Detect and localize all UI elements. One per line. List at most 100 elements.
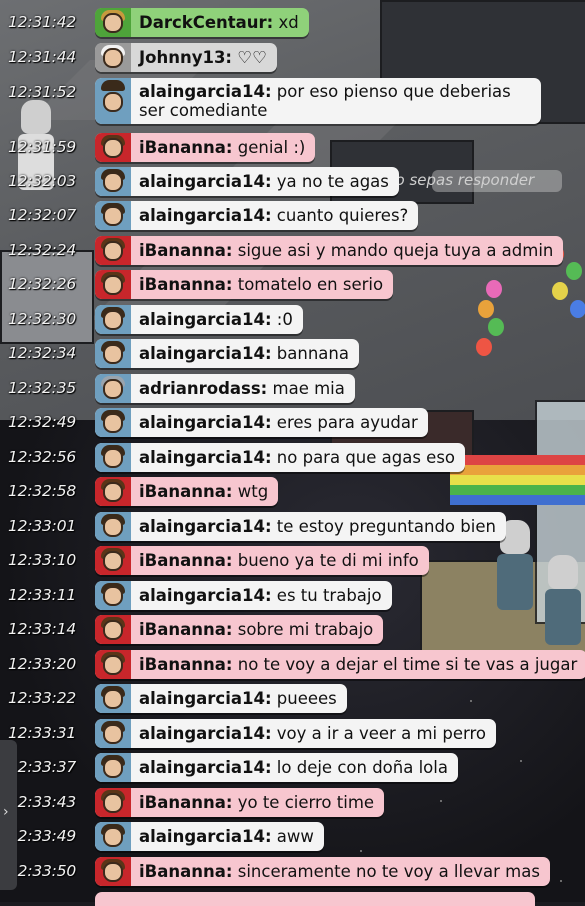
chat-message-text: sigue asi y mando queja tuya a admin (237, 241, 554, 260)
user-avatar[interactable] (95, 201, 131, 230)
chat-bubble[interactable]: alaingarcia14: por eso pienso que deberi… (95, 78, 541, 124)
chat-username[interactable]: alaingarcia14: (139, 206, 272, 225)
user-avatar[interactable] (95, 305, 131, 334)
user-avatar[interactable] (95, 167, 131, 196)
chat-timestamp: 12:33:10 (8, 551, 77, 569)
user-avatar[interactable] (95, 650, 131, 679)
chat-bubble[interactable]: alaingarcia14: lo deje con doña lola (95, 753, 458, 782)
chat-timestamp: 12:32:49 (8, 413, 77, 431)
chat-bubble[interactable]: alaingarcia14: bannana (95, 339, 359, 368)
chat-username[interactable]: iBananna: (139, 620, 232, 639)
chat-username[interactable]: alaingarcia14: (139, 517, 272, 536)
chat-timestamp: 12:33:22 (8, 689, 77, 707)
chat-bubble[interactable]: iBananna: sobre mi trabajo (95, 615, 384, 644)
chat-timestamp: 12:31:42 (8, 13, 77, 31)
user-avatar[interactable] (95, 477, 131, 506)
chat-username[interactable]: alaingarcia14: (139, 448, 272, 467)
chat-bubble[interactable]: iBananna: sigue asi y mando queja tuya a… (95, 236, 564, 265)
chat-bubble[interactable]: iBananna: tomatelo en serio (95, 270, 394, 299)
chat-row: 12:31:42 DarckCentaur: xd (0, 7, 585, 39)
chat-message-text: te estoy preguntando bien (276, 517, 496, 536)
chat-timestamp: 12:31:52 (8, 83, 77, 101)
chat-message-text: eres para ayudar (276, 413, 418, 432)
chat-username[interactable]: alaingarcia14: (139, 586, 272, 605)
chat-bubble[interactable]: DarckCentaur: xd (95, 8, 309, 37)
chat-bubble[interactable]: alaingarcia14: te estoy preguntando bien (95, 512, 506, 541)
user-avatar[interactable] (95, 374, 131, 403)
chat-bubble[interactable]: alaingarcia14: eres para ayudar (95, 408, 428, 437)
chat-message-text: ♡♡ (237, 48, 267, 67)
chat-row: 12:33:31 alaingarcia14: voy a ir a veer … (0, 718, 585, 750)
chat-row: 12:33:43 iBananna: yo te cierro time (0, 787, 585, 819)
chat-message-text: :0 (276, 310, 293, 329)
chat-bubble[interactable]: alaingarcia14: voy a ir a veer a mi perr… (95, 719, 496, 748)
chat-row: 12:31:52 alaingarcia14: por eso pienso q… (0, 77, 585, 127)
chat-bubble[interactable]: iBananna: genial :) (95, 133, 316, 162)
user-avatar[interactable] (95, 339, 131, 368)
chat-sidebar-toggle[interactable]: › (0, 740, 17, 890)
user-avatar[interactable] (95, 43, 131, 72)
chat-message-text: xd (278, 13, 299, 32)
user-avatar[interactable] (95, 236, 131, 265)
chat-username[interactable]: adrianrodass: (139, 379, 267, 398)
user-avatar[interactable] (95, 512, 131, 541)
chat-timestamp: 12:32:35 (8, 379, 77, 397)
chat-bubble[interactable]: iBananna: yo te cierro time (95, 788, 385, 817)
chat-bubble[interactable]: alaingarcia14: es tu trabajo (95, 581, 392, 610)
chat-username[interactable]: alaingarcia14: (139, 827, 272, 846)
user-avatar[interactable] (95, 684, 131, 713)
user-avatar[interactable] (95, 753, 131, 782)
user-avatar[interactable] (95, 270, 131, 299)
chat-bubble[interactable]: alaingarcia14: pueees (95, 684, 347, 713)
user-avatar[interactable] (95, 133, 131, 162)
chat-username[interactable]: alaingarcia14: (139, 689, 272, 708)
chat-username[interactable]: alaingarcia14: (139, 724, 272, 743)
chat-bubble[interactable]: iBananna: wtg (95, 477, 279, 506)
chat-row: 12:32:03 alaingarcia14: ya no te agas (0, 166, 585, 198)
chat-timestamp: 12:32:56 (8, 448, 77, 466)
chat-username[interactable]: iBananna: (139, 482, 232, 501)
chat-bubble[interactable]: iBananna: bueno ya te di mi info (95, 546, 429, 575)
chat-bubble[interactable]: Johnny13: ♡♡ (95, 43, 277, 72)
chat-username[interactable]: alaingarcia14: (139, 310, 272, 329)
chat-username[interactable]: iBananna: (139, 241, 232, 260)
chat-username[interactable]: iBananna: (139, 793, 232, 812)
user-avatar[interactable] (95, 408, 131, 437)
user-avatar[interactable] (95, 719, 131, 748)
user-avatar[interactable] (95, 78, 131, 124)
chat-username[interactable]: DarckCentaur: (139, 13, 273, 32)
user-avatar[interactable] (95, 857, 131, 886)
chat-row: 12:33:10 iBananna: bueno ya te di mi inf… (0, 545, 585, 577)
chat-username[interactable]: iBananna: (139, 655, 232, 674)
chat-bubble[interactable]: iBananna: no te voy a dejar el time si t… (95, 650, 585, 679)
chat-username[interactable]: iBananna: (139, 275, 232, 294)
chat-bubble[interactable]: alaingarcia14: no para que agas eso (95, 443, 466, 472)
chat-bubble[interactable]: adrianrodass: mae mia (95, 374, 355, 403)
chat-bubble[interactable]: alaingarcia14: :0 (95, 305, 303, 334)
user-avatar[interactable] (95, 788, 131, 817)
user-avatar[interactable] (95, 822, 131, 851)
chat-username[interactable]: iBananna: (139, 551, 232, 570)
chat-username[interactable]: alaingarcia14: (139, 82, 272, 101)
chat-username[interactable]: iBananna: (139, 862, 232, 881)
chat-bubble[interactable]: alaingarcia14: aww (95, 822, 324, 851)
chat-bubble[interactable]: alaingarcia14: cuanto quieres? (95, 201, 419, 230)
user-avatar[interactable] (95, 8, 131, 37)
chat-row: 12:33:11 alaingarcia14: es tu trabajo (0, 580, 585, 612)
user-avatar[interactable] (95, 443, 131, 472)
chat-username[interactable]: Johnny13: (139, 48, 232, 67)
user-avatar[interactable] (95, 581, 131, 610)
chat-username[interactable]: alaingarcia14: (139, 344, 272, 363)
chat-username[interactable]: alaingarcia14: (139, 758, 272, 777)
chat-timestamp: 12:33:20 (8, 655, 77, 673)
chat-username[interactable]: iBananna: (139, 138, 232, 157)
user-avatar[interactable] (95, 615, 131, 644)
chat-row: 12:32:30 alaingarcia14: :0 (0, 304, 585, 336)
chat-message-text: lo deje con doña lola (276, 758, 448, 777)
chat-bubble[interactable]: iBananna: sinceramente no te voy a lleva… (95, 857, 550, 886)
chat-username[interactable]: alaingarcia14: (139, 413, 272, 432)
chat-timestamp: 12:32:24 (8, 241, 77, 259)
chat-username[interactable]: alaingarcia14: (139, 172, 272, 191)
user-avatar[interactable] (95, 546, 131, 575)
chat-bubble[interactable]: alaingarcia14: ya no te agas (95, 167, 399, 196)
